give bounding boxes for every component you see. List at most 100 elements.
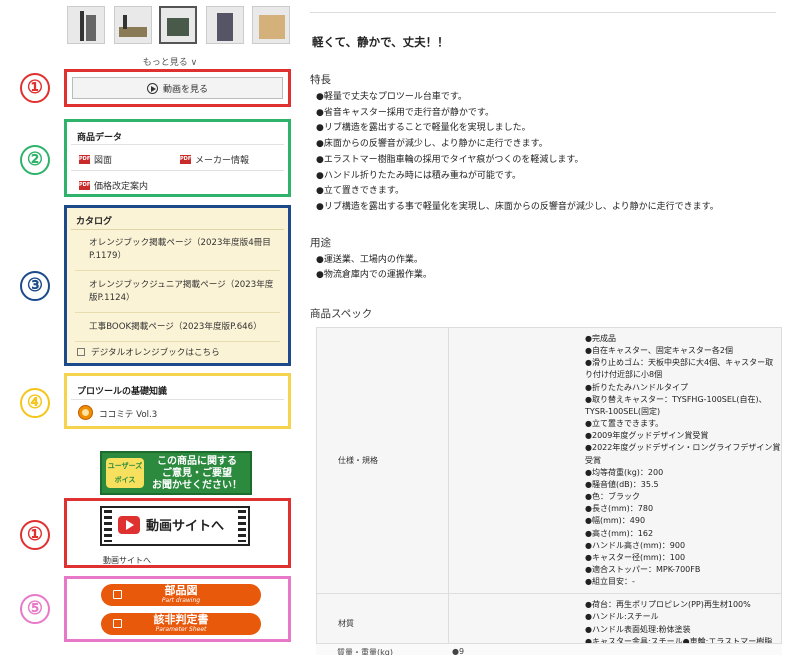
annotation-box-parts: 部品図 Part drawing 該非判定書 Parameter Sheet [64, 576, 291, 642]
thumbnail-1[interactable] [67, 6, 105, 44]
spec-value: ●完成品 ●自在キャスター、固定キャスター各2個 ●滑り止めゴム：天板中央部に大… [448, 326, 782, 595]
divider [71, 144, 284, 145]
parts-drawing-button[interactable]: 部品図 Part drawing [101, 584, 261, 606]
spec-line: ●均等荷重(kg)：200 [585, 467, 664, 477]
spec-line: ●キャスター径(mm)：100 [585, 552, 686, 562]
user-voice-line-1: この商品に関する [157, 456, 237, 467]
divider [71, 399, 284, 400]
spec-line: ●自在キャスター、固定キャスター各2個 [585, 346, 733, 356]
feature-item: ●軽量で丈夫なプロツール台車です。 [316, 92, 467, 102]
spec-line: ●ハンドル表面処理:粉体塗装 [585, 624, 691, 634]
drawing-pdf-link[interactable]: PDF 図面 [79, 153, 112, 166]
parameter-sheet-button[interactable]: 該非判定書 Parameter Sheet [101, 613, 261, 635]
parts-drawing-sublabel: Part drawing [161, 597, 201, 604]
spec-line: ●長さ(mm)：780 [585, 504, 654, 514]
catalog-link-orange-book[interactable]: オレンジブック掲載ページ（2023年度版4冊目P.1179） [89, 237, 277, 263]
drawing-link-label: 図面 [94, 156, 113, 166]
video-site-banner[interactable]: 動画サイトへ [100, 506, 250, 546]
feature-item: ●床面からの反響音が減少し、より静かに走行できます。 [316, 139, 548, 150]
user-voice-banner[interactable]: ユーザーズボイス この商品に関する ご意見・ご要望 お聞かせください！ [100, 451, 252, 495]
youtube-play-icon [118, 516, 140, 534]
spec-line: ●立て置きできます。 [585, 419, 664, 429]
spec-line: ●騒音値(dB)：35.5 [585, 479, 659, 489]
annotation-number-4: ④ [20, 388, 50, 418]
features-title: 特長 [310, 74, 331, 86]
thumbnail-2[interactable] [114, 6, 152, 44]
thumbnail-image [123, 15, 127, 29]
divider [75, 270, 280, 271]
usage-title: 用途 [310, 237, 331, 249]
table-row: 仕様・規格 ●完成品 ●自在キャスター、固定キャスター各2個 ●滑り止めゴム：天… [316, 326, 782, 595]
catalog-panel: カタログ オレンジブック掲載ページ（2023年度版4冊目P.1179） オレンジ… [64, 205, 291, 366]
maker-info-pdf-link[interactable]: PDF メーカー情報 [180, 153, 249, 166]
price-revision-pdf-link[interactable]: PDF 価格改定案内 [79, 179, 148, 192]
spec-line: ●2009年度グッドデザイン賞受賞 [585, 431, 709, 441]
annotation-number-3: ③ [20, 271, 50, 301]
show-more-link[interactable]: もっと見る ∨ [120, 55, 220, 68]
watch-video-button[interactable]: 動画を見る [72, 77, 283, 99]
catalog-link-kouji-book[interactable]: 工事BOOK掲載ページ（2023年度版P.646） [89, 321, 284, 334]
spec-line: ●荷台：再生ポリプロピレン(PP)再生材100% [585, 600, 751, 610]
thumbnail-image [217, 13, 233, 41]
spec-title: 商品スペック [310, 308, 373, 320]
spec-line: ●適合ストッパー：MPK-700FB [585, 564, 701, 574]
spec-line: ●色：ブラック [585, 492, 640, 502]
cocomite-link[interactable]: ココミテ Vol.3 [99, 408, 157, 420]
spec-value: ●9 [452, 647, 465, 655]
annotation-number-1b: ① [20, 520, 50, 550]
spec-line: ●取り替えキャスター：TYSFHG-100SEL(自在)、TYSR-100SEL… [585, 394, 767, 416]
spec-key: 仕様・規格 [316, 326, 449, 595]
feature-item: ●リブ構造を露出することで軽量化を実現しました。 [316, 123, 531, 134]
video-site-caption[interactable]: 動画サイトへ [103, 555, 151, 566]
spec-line: ●組立目安：- [585, 577, 635, 587]
cocomite-avatar-icon [78, 405, 93, 420]
feature-item: ●省音キャスター採用で走行音が静かです。 [316, 107, 494, 118]
film-perforation [238, 510, 246, 542]
spec-line: ●ハンドル:スチール [585, 612, 659, 622]
parts-drawing-label: 部品図 [164, 584, 198, 597]
divider [75, 312, 280, 313]
annotation-number-2: ② [20, 145, 50, 175]
external-link-icon [113, 619, 122, 628]
external-link-icon [113, 590, 122, 599]
film-perforation [104, 510, 112, 542]
pdf-icon: PDF [79, 181, 91, 190]
annotation-box-video-site: 動画サイトへ 動画サイトへ [64, 498, 291, 568]
spec-line: ●完成品 [585, 334, 616, 343]
divider [75, 341, 280, 342]
product-data-panel: 商品データ PDF 図面 PDF メーカー情報 PDF 価格改定案内 [64, 119, 291, 197]
maker-info-link-label: メーカー情報 [195, 156, 250, 166]
thumbnail-3-selected[interactable] [159, 6, 197, 44]
spec-table: 仕様・規格 ●完成品 ●自在キャスター、固定キャスター各2個 ●滑り止めゴム：天… [316, 326, 782, 655]
digital-orange-book-link[interactable]: デジタルオレンジブックはこちら [77, 347, 220, 360]
digital-orange-book-label: デジタルオレンジブックはこちら [91, 348, 220, 358]
pdf-icon: PDF [180, 155, 192, 164]
thumbnail-image [80, 11, 84, 41]
usage-item: ●物流倉庫内での運搬作業。 [316, 270, 432, 280]
feature-item: ●ハンドル折りたたみ時には積み重ねが可能です。 [316, 170, 521, 181]
usage-list: ●運送業、工場内の作業。 ●物流倉庫内での運搬作業。 [316, 253, 432, 283]
play-circle-icon [146, 82, 158, 94]
spec-key: 質量・重量(kg) [337, 648, 393, 655]
table-row-partial: 質量・重量(kg) ●9 [316, 643, 782, 655]
annotation-number-5: ⑤ [20, 594, 50, 624]
product-headline: 軽くて、静かで、丈夫！！ [312, 35, 449, 49]
feature-item: ●立て置きできます。 [316, 186, 404, 197]
parameter-sheet-label: 該非判定書 [153, 613, 209, 626]
catalog-link-orange-book-junior[interactable]: オレンジブックジュニア掲載ページ（2023年度版P.1124） [89, 279, 281, 305]
thumbnail-4[interactable] [206, 6, 244, 44]
user-voice-text: この商品に関する ご意見・ご要望 お聞かせください！ [148, 456, 246, 492]
thumbnail-image [86, 15, 96, 41]
user-voice-line-3: お聞かせください！ [152, 480, 242, 491]
external-link-icon [77, 348, 85, 356]
watch-video-label: 動画を見る [162, 84, 208, 95]
feature-item: ●エラストマー樹脂車輪の採用でタイヤ痕がつくのを軽減します。 [316, 154, 584, 165]
user-voice-line-2: ご意見・ご要望 [162, 468, 232, 479]
price-revision-link-label: 価格改定案内 [94, 182, 149, 192]
annotation-box-video: 動画を見る [64, 69, 291, 107]
thumbnail-image [167, 18, 189, 36]
spec-line: ●幅(mm)：490 [585, 516, 646, 526]
annotation-number-1: ① [20, 73, 50, 103]
product-data-title: 商品データ [77, 133, 123, 143]
thumbnail-5[interactable] [252, 6, 290, 44]
